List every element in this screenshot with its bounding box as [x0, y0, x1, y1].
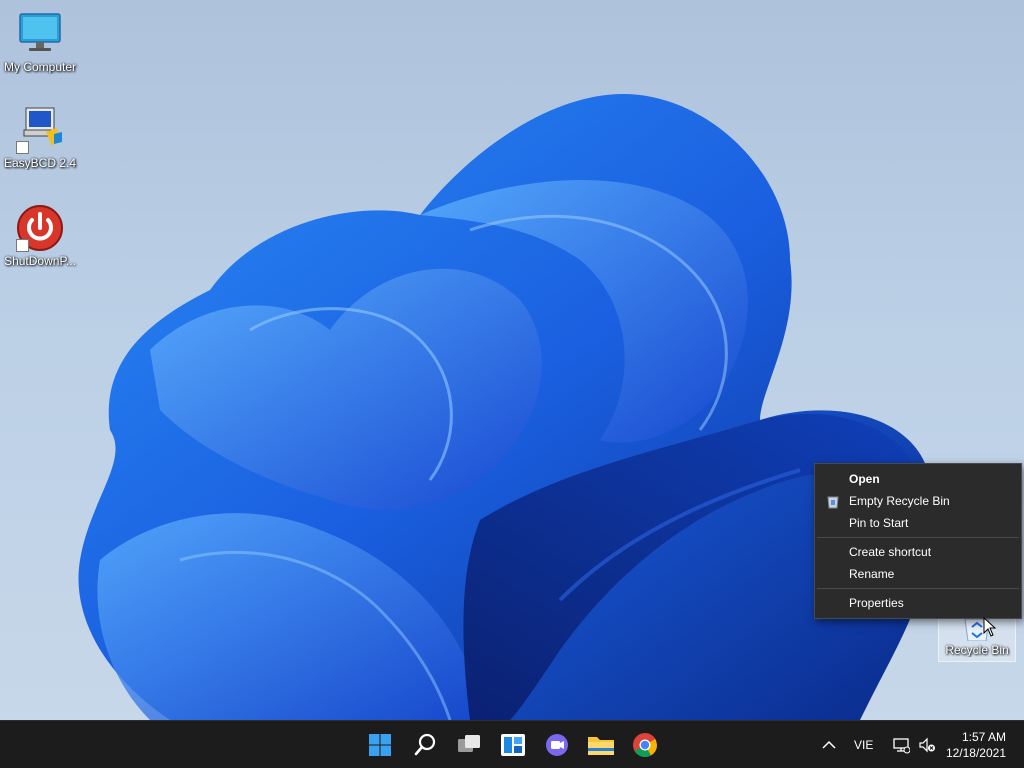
menu-item-empty-recycle-bin[interactable]: Empty Recycle Bin [815, 490, 1021, 512]
shutdown-label: ShutDownP... [4, 254, 76, 268]
start-button[interactable] [364, 729, 396, 761]
menu-item-properties[interactable]: Properties [815, 592, 1021, 614]
shutdown-desktop-icon[interactable]: ShutDownP... [0, 204, 80, 268]
recycle-bin-label: Recycle Bin [945, 643, 1009, 657]
chat-button[interactable] [541, 729, 573, 761]
menu-item-pin-to-start[interactable]: Pin to Start [815, 512, 1021, 534]
chrome-button[interactable] [629, 729, 661, 761]
my-computer-label: My Computer [3, 60, 77, 74]
volume-button[interactable] [918, 736, 936, 754]
taskbar: VIE 1:57 AM 12/18/2021 [0, 720, 1024, 768]
recycle-bin-context-menu: Open Empty Recycle Bin Pin to Start Crea… [814, 463, 1022, 619]
recycle-bin-small-icon [826, 494, 840, 509]
menu-item-open[interactable]: Open [815, 468, 1021, 490]
chat-icon [546, 734, 568, 756]
search-button[interactable] [409, 729, 441, 761]
search-icon [414, 733, 436, 756]
volume-muted-icon [919, 737, 935, 753]
show-hidden-icons-button[interactable] [820, 736, 838, 754]
power-icon [16, 204, 64, 252]
network-icon [893, 738, 911, 754]
task-view-icon [458, 735, 480, 752]
easybcd-label: EasyBCD 2.4 [3, 156, 77, 170]
widgets-button[interactable] [497, 729, 529, 761]
my-computer-desktop-icon[interactable]: My Computer [0, 10, 80, 74]
clock-date: 12/18/2021 [945, 746, 1006, 760]
monitor-icon [16, 10, 64, 58]
mouse-cursor-icon [983, 617, 997, 637]
menu-separator [817, 537, 1019, 538]
shortcut-arrow-icon [16, 141, 29, 154]
file-explorer-icon [588, 737, 614, 755]
input-language-indicator[interactable]: VIE [854, 738, 873, 752]
widgets-icon [501, 734, 525, 756]
easybcd-desktop-icon[interactable]: EasyBCD 2.4 [0, 106, 80, 170]
file-explorer-button[interactable] [585, 729, 617, 761]
menu-item-rename[interactable]: Rename [815, 563, 1021, 585]
recycle-bin-desktop-icon[interactable]: Recycle Bin [938, 612, 1016, 662]
easybcd-icon [16, 106, 64, 154]
menu-item-create-shortcut[interactable]: Create shortcut [815, 541, 1021, 563]
menu-item-label: Empty Recycle Bin [849, 494, 950, 508]
clock-time: 1:57 AM [961, 730, 1006, 744]
chrome-icon [633, 733, 657, 758]
shortcut-arrow-icon [16, 239, 29, 252]
start-icon [369, 734, 391, 756]
menu-separator [817, 588, 1019, 589]
network-button[interactable] [892, 736, 911, 754]
chevron-up-icon [822, 740, 836, 749]
task-view-button[interactable] [453, 729, 485, 761]
clock[interactable]: 1:57 AM 12/18/2021 [946, 729, 1006, 761]
